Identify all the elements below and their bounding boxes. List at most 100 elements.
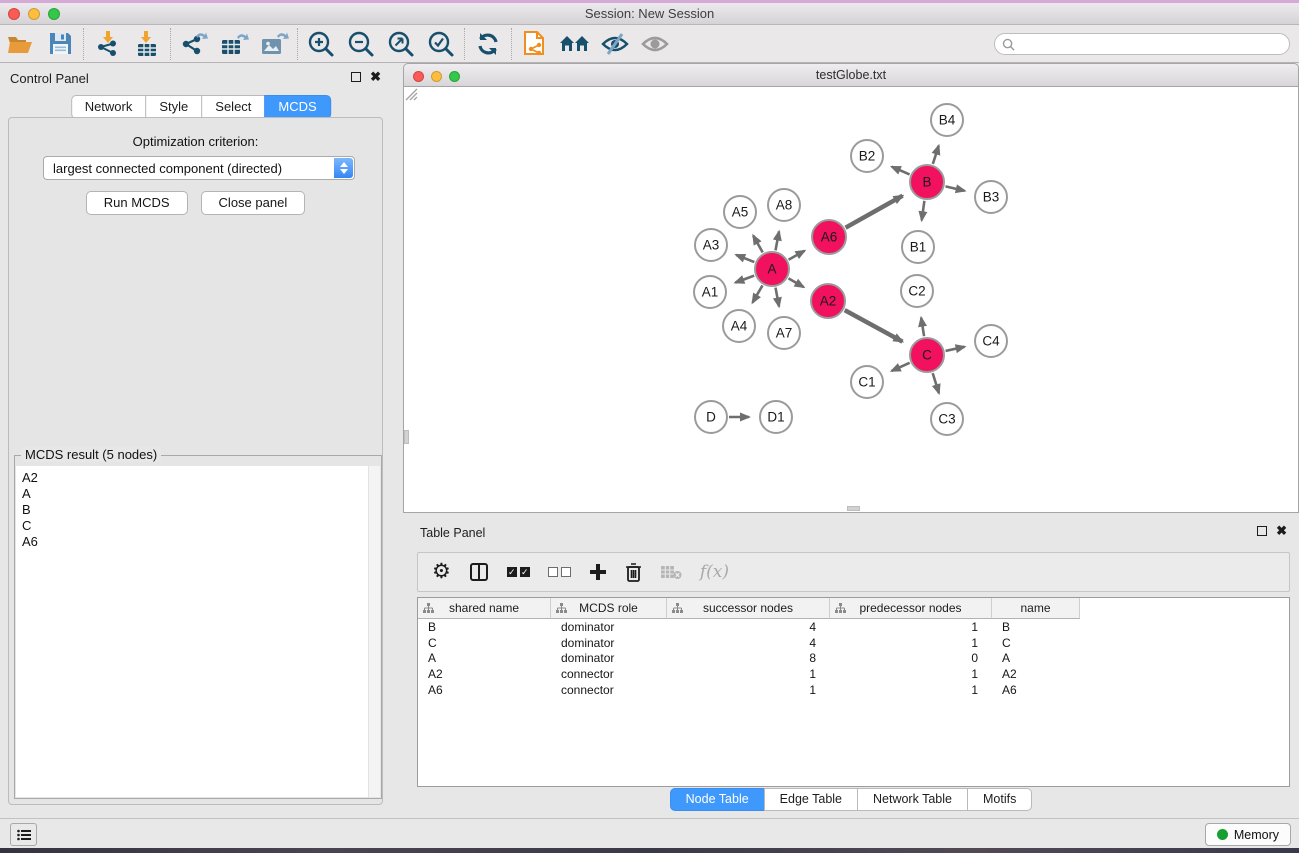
result-list-item[interactable]: A2 [16, 470, 380, 486]
tab-node-table[interactable]: Node Table [670, 788, 765, 811]
table-cell[interactable]: 1 [667, 667, 830, 681]
memory-button[interactable]: Memory [1205, 823, 1291, 846]
show-columns-button[interactable] [469, 562, 489, 582]
table-cell[interactable]: A [992, 651, 1080, 665]
table-cell[interactable]: 8 [667, 651, 830, 665]
graph-node-A3[interactable]: A3 [695, 229, 727, 261]
panel-list-button[interactable] [10, 823, 37, 846]
table-cell[interactable]: 4 [667, 636, 830, 650]
table-cell[interactable]: C [418, 636, 551, 650]
network-vscroll-thumb[interactable] [404, 430, 409, 444]
graph-node-D[interactable]: D [695, 401, 727, 433]
close-panel-icon[interactable]: ✖ [370, 72, 381, 82]
unselect-all-columns-button[interactable] [548, 567, 571, 577]
network-hscroll-thumb[interactable] [847, 506, 860, 511]
table-row[interactable]: Adominator80A [418, 651, 1289, 667]
column-header-successor-nodes[interactable]: successor nodes [667, 598, 830, 619]
resize-grip-icon[interactable] [404, 87, 418, 101]
zoom-selected-button[interactable] [421, 27, 461, 61]
save-session-button[interactable] [40, 27, 80, 61]
graph-node-C4[interactable]: C4 [975, 325, 1007, 357]
export-table-button[interactable] [214, 27, 254, 61]
graph-node-C1[interactable]: C1 [851, 366, 883, 398]
table-cell[interactable]: 1 [830, 620, 992, 634]
table-cell[interactable]: 1 [830, 667, 992, 681]
network-canvas[interactable]: B4B2BB3A5A8A6A3AA1B1C2A4A7A2CC4C1C3DD1 [403, 87, 1299, 513]
result-list-item[interactable]: A [16, 486, 380, 502]
refresh-view-button[interactable] [468, 27, 508, 61]
table-cell[interactable]: A6 [992, 683, 1080, 697]
show-graphics-button[interactable] [635, 27, 675, 61]
result-list-scrollbar[interactable] [368, 466, 380, 797]
graph-node-B4[interactable]: B4 [931, 104, 963, 136]
table-cell[interactable]: dominator [551, 651, 667, 665]
table-settings-button[interactable]: ⚙ [432, 562, 451, 582]
result-list-item[interactable]: B [16, 502, 380, 518]
zoom-fit-button[interactable] [381, 27, 421, 61]
column-header-MCDS-role[interactable]: MCDS role [551, 598, 667, 619]
graph-node-C[interactable]: C [910, 338, 944, 372]
table-cell[interactable]: dominator [551, 620, 667, 634]
column-header-shared-name[interactable]: shared name [418, 598, 551, 619]
graph-node-A6[interactable]: A6 [812, 220, 846, 254]
tab-network-table[interactable]: Network Table [857, 788, 968, 811]
float-panel-icon[interactable] [351, 72, 361, 82]
tab-mcds[interactable]: MCDS [264, 95, 330, 119]
run-mcds-button[interactable]: Run MCDS [86, 191, 188, 215]
search-input[interactable] [1015, 37, 1289, 51]
close-table-panel-icon[interactable]: ✖ [1276, 526, 1287, 536]
table-cell[interactable]: dominator [551, 636, 667, 650]
graph-node-A4[interactable]: A4 [723, 310, 755, 342]
table-cell[interactable]: B [418, 620, 551, 634]
table-cell[interactable]: A [418, 651, 551, 665]
mcds-result-list[interactable]: A2ABCA6 [16, 466, 380, 797]
table-cell[interactable]: 1 [667, 683, 830, 697]
table-cell[interactable]: 1 [830, 636, 992, 650]
tab-motifs[interactable]: Motifs [967, 788, 1032, 811]
table-row[interactable]: Bdominator41B [418, 619, 1289, 635]
graph-node-B3[interactable]: B3 [975, 181, 1007, 213]
export-image-button[interactable] [254, 27, 294, 61]
table-cell[interactable]: 4 [667, 620, 830, 634]
result-list-item[interactable]: A6 [16, 534, 380, 550]
graph-node-A1[interactable]: A1 [694, 276, 726, 308]
graph-node-B2[interactable]: B2 [851, 140, 883, 172]
table-row[interactable]: Cdominator41C [418, 635, 1289, 651]
graph-node-B[interactable]: B [910, 165, 944, 199]
criterion-dropdown[interactable]: largest connected component (directed) [43, 156, 355, 180]
result-list-item[interactable]: C [16, 518, 380, 534]
graph-node-D1[interactable]: D1 [760, 401, 792, 433]
graph-node-C3[interactable]: C3 [931, 403, 963, 435]
table-cell[interactable]: A6 [418, 683, 551, 697]
table-cell[interactable]: A2 [992, 667, 1080, 681]
search-field[interactable] [994, 33, 1290, 55]
table-cell[interactable]: 0 [830, 651, 992, 665]
select-all-columns-button[interactable]: ✓ ✓ [507, 567, 530, 577]
new-network-button[interactable] [515, 27, 555, 61]
tab-network[interactable]: Network [71, 95, 147, 119]
hide-style-button[interactable] [595, 27, 635, 61]
graph-node-A2[interactable]: A2 [811, 284, 845, 318]
create-column-button[interactable] [589, 563, 607, 581]
graph-node-B1[interactable]: B1 [902, 231, 934, 263]
node-table[interactable]: shared nameMCDS rolesuccessor nodesprede… [417, 597, 1290, 787]
delete-column-button[interactable] [625, 562, 642, 582]
import-network-button[interactable] [87, 27, 127, 61]
table-cell[interactable]: B [992, 620, 1080, 634]
zoom-out-button[interactable] [341, 27, 381, 61]
table-cell[interactable]: connector [551, 683, 667, 697]
network-window-titlebar[interactable]: testGlobe.txt [403, 63, 1299, 87]
table-cell[interactable]: 1 [830, 683, 992, 697]
home-view-button[interactable] [555, 27, 595, 61]
column-header-predecessor-nodes[interactable]: predecessor nodes [830, 598, 992, 619]
tab-edge-table[interactable]: Edge Table [764, 788, 858, 811]
open-session-button[interactable] [0, 27, 40, 61]
table-row[interactable]: A6connector11A6 [418, 682, 1289, 698]
graph-node-A7[interactable]: A7 [768, 317, 800, 349]
tab-style[interactable]: Style [145, 95, 202, 119]
graph-node-C2[interactable]: C2 [901, 275, 933, 307]
export-network-button[interactable] [174, 27, 214, 61]
graph-node-A5[interactable]: A5 [724, 196, 756, 228]
float-table-panel-icon[interactable] [1257, 526, 1267, 536]
import-table-button[interactable] [127, 27, 167, 61]
